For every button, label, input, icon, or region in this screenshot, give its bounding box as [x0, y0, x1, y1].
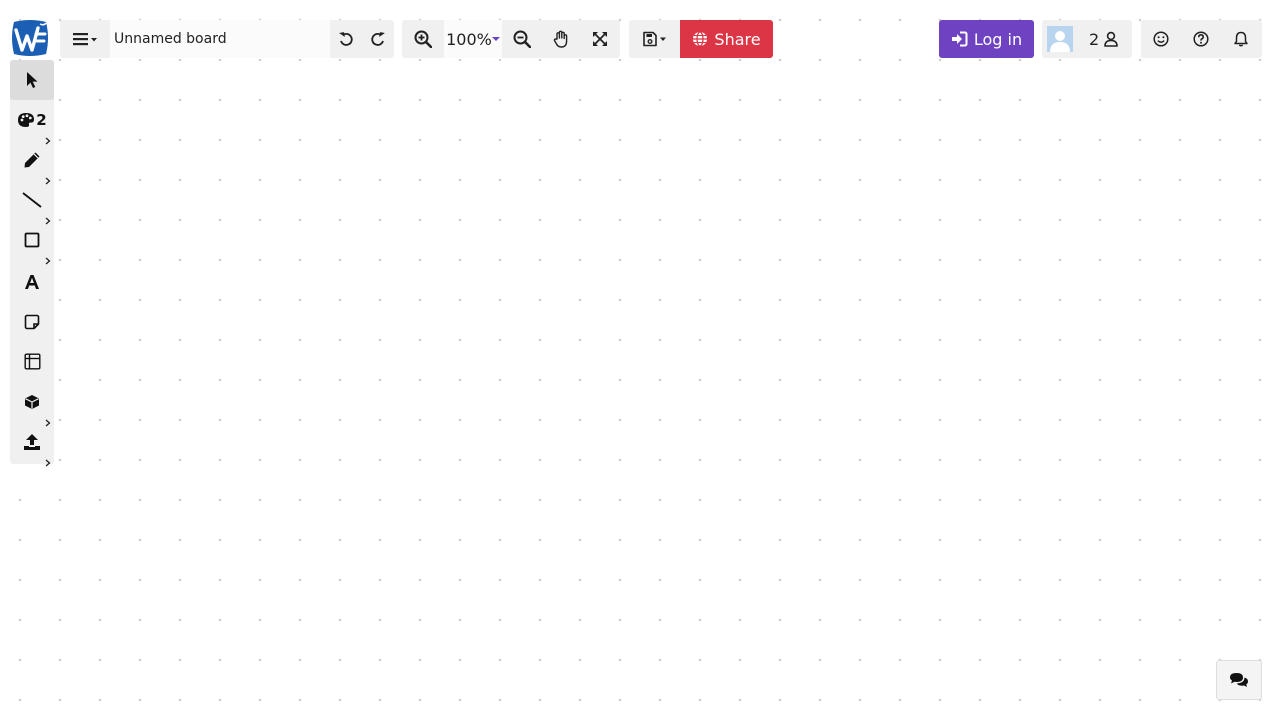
tool-table[interactable] [10, 341, 54, 381]
wbo-logo-icon [12, 20, 48, 56]
upload-icon [23, 433, 41, 451]
zoom-in-icon [414, 30, 432, 48]
tool-palette: 2 [10, 60, 54, 467]
app-logo[interactable] [10, 18, 50, 58]
chat-button[interactable] [1216, 660, 1262, 700]
note-icon [24, 314, 40, 330]
zoom-out-button[interactable] [502, 20, 541, 58]
submenu-caret-icon [45, 170, 51, 185]
square-icon [24, 232, 40, 248]
palette-icon [17, 112, 35, 128]
palette-number: 2 [36, 111, 47, 129]
tool-text[interactable] [10, 262, 54, 302]
user-count: 2 [1089, 29, 1100, 49]
cube-icon [24, 394, 40, 410]
tool-line[interactable] [10, 180, 54, 225]
undo-button[interactable] [330, 20, 362, 58]
text-icon [24, 274, 40, 290]
hand-tool-button[interactable] [541, 20, 580, 58]
question-icon [1193, 31, 1209, 47]
fit-screen-button[interactable] [580, 20, 619, 58]
tool-rectangle[interactable] [10, 220, 54, 265]
user-icon [1103, 31, 1119, 47]
tool-sticky-note[interactable] [10, 302, 54, 342]
menu-button[interactable] [60, 20, 110, 58]
login-label: Log in [973, 29, 1023, 49]
caret-down-icon [491, 36, 500, 42]
zoom-group: 100% [402, 20, 620, 58]
login-button[interactable]: Log in [939, 20, 1034, 58]
emoji-button[interactable] [1141, 20, 1181, 58]
table-icon [24, 353, 41, 370]
tool-pointer[interactable] [10, 60, 54, 100]
notifications-button[interactable] [1221, 20, 1261, 58]
zoom-level-value: 100% [446, 29, 492, 49]
floppy-icon [642, 31, 668, 47]
smile-icon [1153, 31, 1169, 47]
hand-icon [553, 30, 569, 48]
line-icon [22, 192, 42, 208]
save-share-group: Share [629, 20, 773, 58]
globe-icon [692, 31, 708, 47]
board-name-input[interactable] [110, 20, 330, 58]
comments-icon [1229, 672, 1249, 688]
pencil-icon [23, 151, 41, 169]
help-button[interactable] [1181, 20, 1221, 58]
share-button[interactable]: Share [680, 20, 773, 58]
zoom-level-dropdown[interactable]: 100% [444, 20, 502, 58]
pointer-icon [25, 71, 39, 89]
avatar [1047, 26, 1073, 52]
tool-3d-shape[interactable] [10, 382, 54, 427]
right-actions-group [1141, 20, 1262, 58]
bell-icon [1233, 31, 1249, 47]
expand-icon [592, 31, 608, 47]
zoom-in-button[interactable] [402, 20, 444, 58]
user-avatar-icon [1050, 31, 1070, 52]
bars-icon [72, 31, 98, 47]
redo-button[interactable] [362, 20, 394, 58]
board-menu-group [60, 20, 394, 58]
undo-icon [338, 31, 354, 47]
submenu-caret-icon [45, 210, 51, 225]
submenu-caret-icon [45, 412, 51, 427]
sign-in-icon [951, 31, 968, 47]
redo-icon [370, 31, 386, 47]
tool-upload[interactable] [10, 422, 54, 467]
share-label: Share [714, 29, 761, 49]
submenu-caret-icon [45, 250, 51, 265]
zoom-out-icon [513, 30, 531, 48]
connected-users-group[interactable]: 2 [1042, 20, 1132, 58]
save-button[interactable] [629, 20, 680, 58]
tool-pencil[interactable] [10, 140, 54, 185]
submenu-caret-icon [45, 452, 51, 467]
submenu-caret-icon [45, 130, 51, 145]
tool-color[interactable]: 2 [10, 100, 54, 145]
